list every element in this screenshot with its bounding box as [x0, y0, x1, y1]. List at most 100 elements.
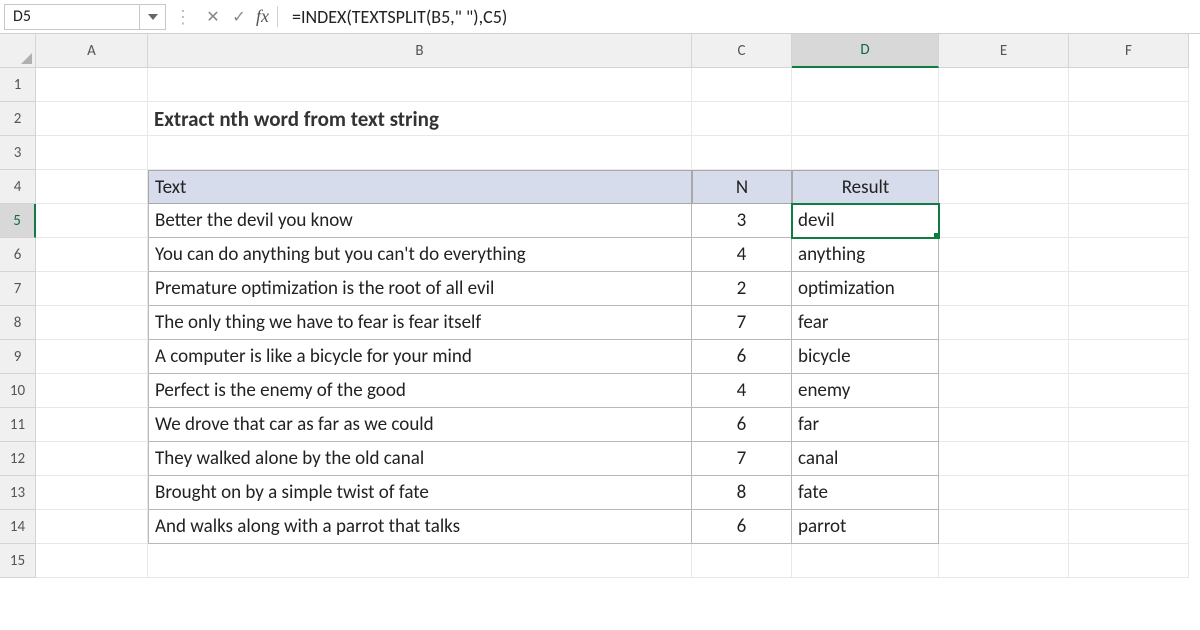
cell[interactable] — [148, 136, 692, 170]
cell-n[interactable]: 6 — [692, 510, 792, 544]
cell[interactable] — [939, 306, 1069, 340]
cell[interactable] — [36, 170, 148, 204]
row-header[interactable]: 1 — [0, 68, 36, 102]
cell[interactable] — [939, 170, 1069, 204]
cell[interactable] — [939, 102, 1069, 136]
name-box-dropdown-icon[interactable] — [140, 4, 166, 30]
cell-result[interactable]: enemy — [792, 374, 939, 408]
col-header-B[interactable]: B — [148, 34, 692, 68]
cell-result[interactable]: far — [792, 408, 939, 442]
cell-n[interactable]: 8 — [692, 476, 792, 510]
cell[interactable] — [692, 102, 792, 136]
col-header-D[interactable]: D — [792, 34, 939, 68]
row-header[interactable]: 7 — [0, 272, 36, 306]
page-title[interactable]: Extract nth word from text string — [148, 102, 692, 136]
cell[interactable] — [36, 374, 148, 408]
cell[interactable] — [792, 544, 939, 578]
cell-n[interactable]: 6 — [692, 408, 792, 442]
col-header-F[interactable]: F — [1069, 34, 1189, 68]
name-box[interactable]: D5 — [4, 4, 140, 30]
row-header[interactable]: 8 — [0, 306, 36, 340]
cell-result[interactable]: canal — [792, 442, 939, 476]
cell-text[interactable]: A computer is like a bicycle for your mi… — [148, 340, 692, 374]
row-header[interactable]: 4 — [0, 170, 36, 204]
cell-result[interactable]: optimization — [792, 272, 939, 306]
cell[interactable] — [692, 544, 792, 578]
cell-n[interactable]: 4 — [692, 238, 792, 272]
cell-n[interactable]: 7 — [692, 442, 792, 476]
cell[interactable] — [939, 238, 1069, 272]
row-header[interactable]: 5 — [0, 204, 36, 238]
cell-text[interactable]: Brought on by a simple twist of fate — [148, 476, 692, 510]
cell-text[interactable]: You can do anything but you can't do eve… — [148, 238, 692, 272]
cell[interactable] — [1069, 544, 1189, 578]
row-header[interactable]: 11 — [0, 408, 36, 442]
cell[interactable] — [939, 476, 1069, 510]
cell-text[interactable]: Premature optimization is the root of al… — [148, 272, 692, 306]
cell-n[interactable]: 7 — [692, 306, 792, 340]
cell[interactable] — [1069, 238, 1189, 272]
cell[interactable] — [1069, 136, 1189, 170]
col-header-E[interactable]: E — [939, 34, 1069, 68]
cell[interactable] — [1069, 204, 1189, 238]
cell-text[interactable]: They walked alone by the old canal — [148, 442, 692, 476]
cell[interactable] — [1069, 408, 1189, 442]
cell[interactable] — [792, 102, 939, 136]
cell[interactable] — [1069, 476, 1189, 510]
cell-result[interactable]: fear — [792, 306, 939, 340]
row-header[interactable]: 9 — [0, 340, 36, 374]
enter-icon[interactable]: ✓ — [226, 4, 252, 30]
cell[interactable] — [36, 306, 148, 340]
cell[interactable] — [939, 408, 1069, 442]
cell[interactable] — [692, 68, 792, 102]
col-header-A[interactable]: A — [36, 34, 148, 68]
cancel-icon[interactable]: ✕ — [200, 4, 226, 30]
cell[interactable] — [939, 442, 1069, 476]
cell-text[interactable]: Perfect is the enemy of the good — [148, 374, 692, 408]
fx-icon[interactable]: fx — [252, 6, 278, 27]
cell[interactable] — [1069, 68, 1189, 102]
cell-n[interactable]: 3 — [692, 204, 792, 238]
row-header[interactable]: 12 — [0, 442, 36, 476]
cell[interactable] — [36, 476, 148, 510]
row-header[interactable]: 3 — [0, 136, 36, 170]
cell[interactable] — [1069, 374, 1189, 408]
cell[interactable] — [939, 340, 1069, 374]
col-header-C[interactable]: C — [692, 34, 792, 68]
cell[interactable] — [1069, 510, 1189, 544]
cell[interactable] — [939, 68, 1069, 102]
cell[interactable] — [36, 442, 148, 476]
cell-result[interactable]: parrot — [792, 510, 939, 544]
select-all-corner[interactable] — [0, 34, 36, 68]
cell[interactable] — [1069, 272, 1189, 306]
row-header[interactable]: 15 — [0, 544, 36, 578]
cell-n[interactable]: 2 — [692, 272, 792, 306]
cell[interactable] — [792, 136, 939, 170]
cell[interactable] — [36, 136, 148, 170]
cell[interactable] — [36, 544, 148, 578]
cell[interactable] — [1069, 306, 1189, 340]
cell[interactable] — [792, 68, 939, 102]
cell[interactable] — [939, 374, 1069, 408]
cell[interactable] — [36, 102, 148, 136]
cell[interactable] — [148, 68, 692, 102]
cell-result-selected[interactable]: devil — [792, 204, 939, 238]
cell-n[interactable]: 6 — [692, 340, 792, 374]
cell[interactable] — [939, 204, 1069, 238]
cell[interactable] — [939, 510, 1069, 544]
cell-text[interactable]: And walks along with a parrot that talks — [148, 510, 692, 544]
formula-input[interactable]: =INDEX(TEXTSPLIT(B5," "),C5) — [288, 6, 1196, 28]
table-header-n[interactable]: N — [692, 170, 792, 204]
cell-result[interactable]: anything — [792, 238, 939, 272]
row-header[interactable]: 6 — [0, 238, 36, 272]
cell-text[interactable]: We drove that car as far as we could — [148, 408, 692, 442]
cell[interactable] — [36, 340, 148, 374]
cell[interactable] — [692, 136, 792, 170]
cell[interactable] — [36, 68, 148, 102]
cell[interactable] — [36, 510, 148, 544]
cell[interactable] — [36, 272, 148, 306]
cell[interactable] — [1069, 102, 1189, 136]
cell-result[interactable]: fate — [792, 476, 939, 510]
cell[interactable] — [939, 544, 1069, 578]
cell[interactable] — [36, 238, 148, 272]
